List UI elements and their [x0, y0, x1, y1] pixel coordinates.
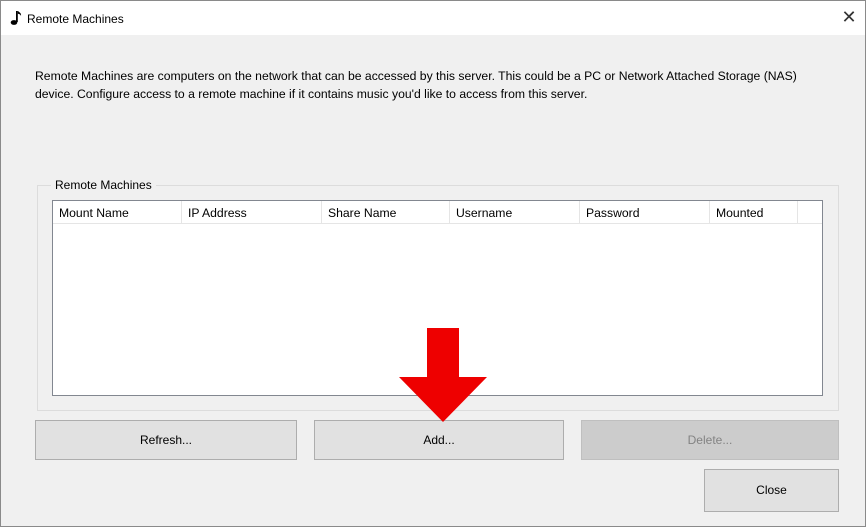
music-note-icon	[10, 11, 22, 25]
column-header-mounted[interactable]: Mounted	[710, 201, 798, 223]
description-text: Remote Machines are computers on the net…	[35, 69, 797, 101]
window-title: Remote Machines	[27, 12, 124, 26]
down-arrow-icon	[399, 328, 487, 422]
add-button[interactable]: Add...	[314, 420, 564, 460]
group-label: Remote Machines	[51, 178, 156, 192]
refresh-button[interactable]: Refresh...	[35, 420, 297, 460]
close-button[interactable]: Close	[704, 469, 839, 512]
close-window-button[interactable]: ✕	[839, 6, 859, 28]
list-header: Mount Name IP Address Share Name Usernam…	[53, 201, 822, 224]
column-header-share-name[interactable]: Share Name	[322, 201, 450, 223]
dialog-window: Remote Machines ✕ Remote Machines are co…	[0, 0, 866, 527]
column-header-username[interactable]: Username	[450, 201, 580, 223]
delete-button[interactable]: Delete...	[581, 420, 839, 460]
column-header-mount-name[interactable]: Mount Name	[53, 201, 182, 223]
column-header-password[interactable]: Password	[580, 201, 710, 223]
title-bar[interactable]: Remote Machines ✕	[1, 1, 865, 35]
column-header-ip-address[interactable]: IP Address	[182, 201, 322, 223]
